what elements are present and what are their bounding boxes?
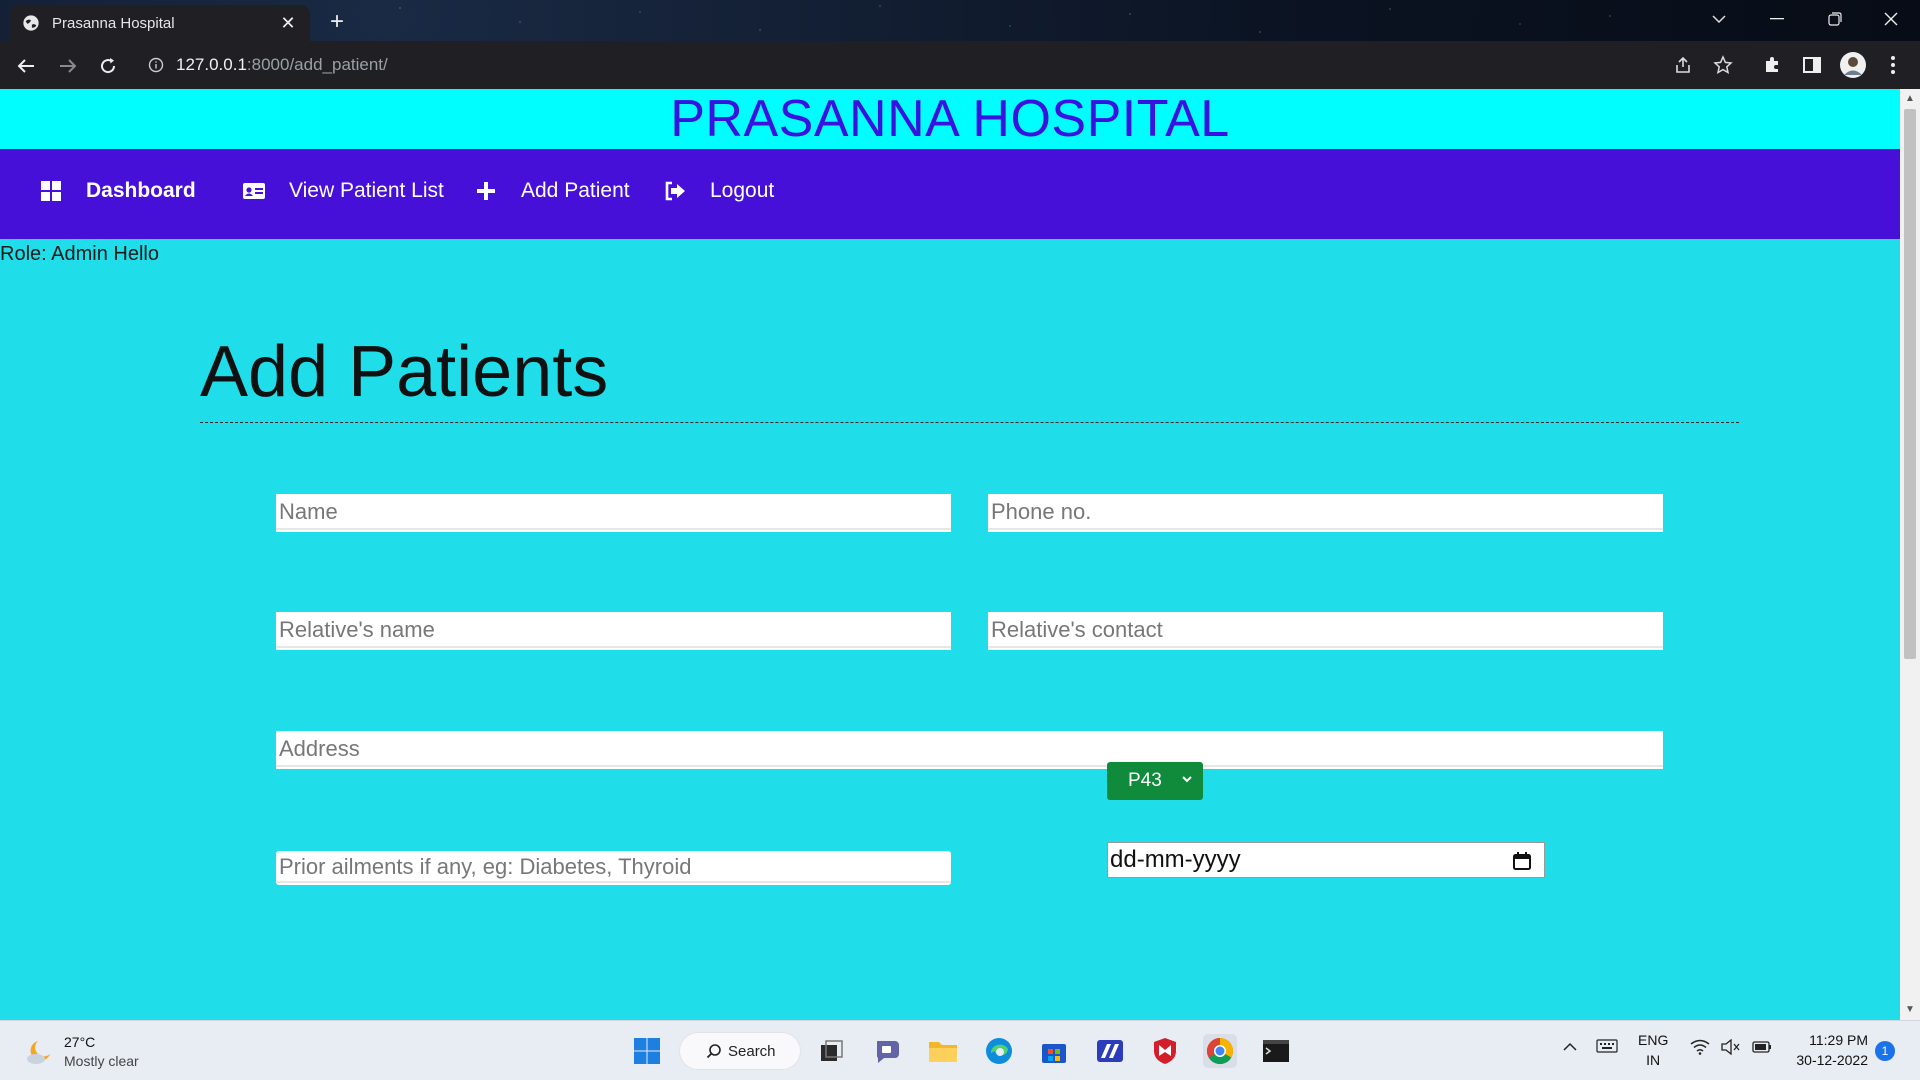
mcafee-shield-icon[interactable] [1148, 1034, 1182, 1068]
language-indicator[interactable]: ENG IN [1638, 1030, 1668, 1070]
globe-icon [23, 15, 39, 31]
close-window-button[interactable] [1862, 0, 1920, 38]
weather-widget[interactable]: 27°C Mostly clear [24, 1033, 139, 1071]
nav-label: Logout [710, 179, 775, 202]
share-icon[interactable] [1668, 50, 1698, 80]
vpn-app-icon[interactable] [1093, 1034, 1127, 1068]
notification-badge[interactable]: 1 [1875, 1041, 1895, 1061]
plus-icon [473, 178, 499, 204]
nav-item-logout[interactable]: Logout [662, 171, 774, 211]
phone-input[interactable] [988, 494, 1663, 532]
site-title[interactable]: PRASANNA HOSPITAL [0, 89, 1900, 149]
scroll-down-arrow-icon[interactable]: ▼ [1904, 1004, 1916, 1016]
minimize-button[interactable] [1748, 0, 1806, 38]
nav-item-view-patient-list[interactable]: View Patient List [241, 171, 444, 211]
side-panel-icon[interactable] [1797, 50, 1827, 80]
weather-condition: Mostly clear [64, 1053, 139, 1069]
selected-patient-id: P43 [1128, 770, 1162, 791]
profile-avatar[interactable] [1838, 50, 1868, 80]
show-hidden-icons-chevron[interactable] [1562, 1039, 1578, 1055]
clock-date: 30-12-2022 [1796, 1052, 1868, 1068]
battery-icon[interactable] [1750, 1039, 1772, 1058]
page-scrollbar[interactable]: ▲ ▼ [1900, 89, 1920, 1020]
nav-item-add-patient[interactable]: Add Patient [473, 171, 630, 211]
search-icon [706, 1044, 721, 1059]
microsoft-store-icon[interactable] [1037, 1034, 1071, 1068]
relative-contact-input[interactable] [988, 612, 1663, 650]
wifi-icon[interactable] [1690, 1039, 1710, 1058]
chevron-down-icon [1182, 776, 1192, 783]
reload-icon[interactable] [92, 50, 124, 82]
new-tab-button[interactable]: + [322, 8, 352, 36]
date-input[interactable]: dd-mm-yyyy [1107, 842, 1545, 878]
date-placeholder: dd-mm-yyyy [1110, 846, 1241, 873]
calendar-icon[interactable] [1512, 851, 1532, 871]
tab-search-chevron-icon[interactable] [1690, 0, 1748, 38]
os-taskbar: 27°C Mostly clear Search ENG IN 11:29 PM… [0, 1020, 1920, 1080]
forward-arrow-icon[interactable] [52, 50, 84, 82]
main-nav: Dashboard View Patient List Add Patient … [0, 149, 1900, 239]
tab-title: Prasanna Hospital [52, 14, 175, 32]
nav-label: Add Patient [521, 179, 630, 202]
restore-button[interactable] [1806, 0, 1864, 38]
extensions-puzzle-icon[interactable] [1757, 50, 1787, 80]
nav-label: Dashboard [86, 179, 196, 202]
logout-icon [662, 178, 688, 204]
keyboard-icon[interactable] [1596, 1039, 1618, 1056]
url-path: :8000/add_patient/ [246, 55, 388, 74]
speaker-muted-icon[interactable] [1720, 1038, 1740, 1058]
site-info-icon[interactable] [148, 57, 164, 73]
search-label: Search [728, 1042, 776, 1060]
start-windows-icon[interactable] [630, 1034, 664, 1068]
edge-browser-icon[interactable] [982, 1034, 1016, 1068]
bookmark-star-icon[interactable] [1708, 50, 1738, 80]
url-host: 127.0.0.1 [176, 55, 247, 74]
weather-temp: 27°C [64, 1034, 96, 1050]
ailments-input[interactable] [276, 851, 951, 885]
name-input[interactable] [276, 494, 951, 532]
page-title: Add Patients [200, 332, 609, 412]
brand-bar: PRASANNA HOSPITAL [0, 89, 1900, 149]
system-clock[interactable]: 11:29 PM 30-12-2022 [1796, 1030, 1868, 1070]
lang-region: IN [1646, 1052, 1661, 1068]
teams-chat-icon[interactable] [871, 1034, 905, 1068]
address-input[interactable] [276, 731, 1663, 769]
back-arrow-icon[interactable] [10, 50, 42, 82]
file-explorer-icon[interactable] [926, 1034, 960, 1068]
lang-code: ENG [1638, 1032, 1669, 1048]
moon-cloud-icon [27, 1041, 50, 1064]
nav-label: View Patient List [289, 179, 444, 202]
role-greeting: Role: Admin Hello [0, 243, 159, 265]
taskbar-search-button[interactable]: Search [679, 1032, 801, 1070]
page-viewport: PRASANNA HOSPITAL Dashboard View Patient… [0, 89, 1900, 1020]
clock-time: 11:29 PM [1809, 1032, 1868, 1048]
title-divider [200, 422, 1739, 423]
browser-tab-strip: Prasanna Hospital ✕ + [0, 0, 1920, 41]
id-card-icon [241, 178, 267, 204]
address-bar[interactable]: 127.0.0.1:8000/add_patient/ [138, 47, 1688, 83]
nav-item-dashboard[interactable]: Dashboard [38, 171, 196, 211]
chrome-browser-icon[interactable] [1203, 1034, 1237, 1068]
scroll-up-arrow-icon[interactable]: ▲ [1904, 93, 1916, 105]
browser-tab[interactable]: Prasanna Hospital ✕ [10, 5, 310, 41]
terminal-icon[interactable] [1259, 1034, 1293, 1068]
patient-id-select[interactable]: P43 [1107, 762, 1203, 800]
browser-menu-icon[interactable] [1878, 50, 1908, 80]
tab-close-icon[interactable]: ✕ [278, 13, 298, 33]
scrollbar-thumb[interactable] [1904, 109, 1916, 659]
relative-name-input[interactable] [276, 612, 951, 650]
dashboard-grid-icon [38, 178, 64, 204]
task-view-icon[interactable] [815, 1034, 849, 1068]
